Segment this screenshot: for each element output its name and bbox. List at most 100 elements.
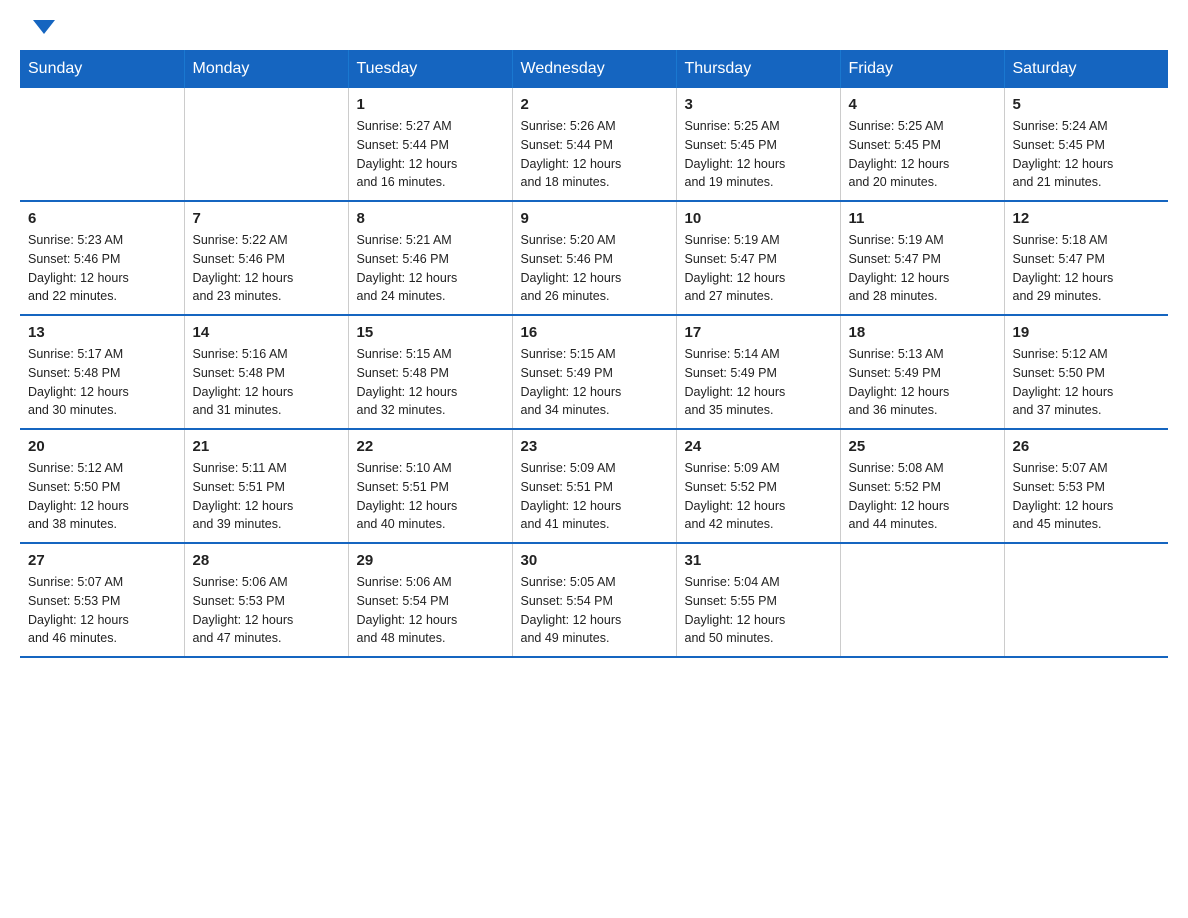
day-number: 1 — [357, 96, 504, 113]
day-info: Sunrise: 5:10 AMSunset: 5:51 PMDaylight:… — [357, 459, 504, 534]
calendar-cell: 21Sunrise: 5:11 AMSunset: 5:51 PMDayligh… — [184, 429, 348, 543]
day-number: 18 — [849, 324, 996, 341]
day-info: Sunrise: 5:18 AMSunset: 5:47 PMDaylight:… — [1013, 231, 1161, 306]
day-number: 8 — [357, 210, 504, 227]
calendar-cell: 10 Sunrise: 5:19 AMSunset: 5:47 PMDayligh… — [676, 201, 840, 315]
day-number: 11 — [849, 210, 996, 227]
calendar-cell: 12 Sunrise: 5:18 AMSunset: 5:47 PMDayligh… — [1004, 201, 1168, 315]
day-info: Sunrise: 5:05 AMSunset: 5:54 PMDaylight:… — [521, 573, 668, 648]
day-number: 20 — [28, 438, 176, 455]
calendar-cell: 18 Sunrise: 5:13 AMSunset: 5:49 PMDayligh… — [840, 315, 1004, 429]
calendar-cell: 19Sunrise: 5:12 AMSunset: 5:50 PMDayligh… — [1004, 315, 1168, 429]
day-info: Sunrise: 5:06 AMSunset: 5:54 PMDaylight:… — [357, 573, 504, 648]
day-info: Sunrise: 5:07 AMSunset: 5:53 PMDaylight:… — [28, 573, 176, 648]
calendar-cell: 5 Sunrise: 5:24 AMSunset: 5:45 PMDaylight… — [1004, 88, 1168, 201]
day-number: 7 — [193, 210, 340, 227]
logo — [30, 20, 55, 34]
calendar-cell: 30 Sunrise: 5:05 AMSunset: 5:54 PMDayligh… — [512, 543, 676, 657]
calendar-cell: 11 Sunrise: 5:19 AMSunset: 5:47 PMDayligh… — [840, 201, 1004, 315]
day-number: 30 — [521, 552, 668, 569]
day-number: 26 — [1013, 438, 1161, 455]
day-number: 27 — [28, 552, 176, 569]
calendar-cell: 22 Sunrise: 5:10 AMSunset: 5:51 PMDayligh… — [348, 429, 512, 543]
week-row-1: 6 Sunrise: 5:23 AMSunset: 5:46 PMDaylight… — [20, 201, 1168, 315]
calendar-cell — [840, 543, 1004, 657]
header-day-sunday: Sunday — [20, 50, 184, 88]
day-number: 9 — [521, 210, 668, 227]
header-day-wednesday: Wednesday — [512, 50, 676, 88]
day-number: 16 — [521, 324, 668, 341]
calendar-cell: 27 Sunrise: 5:07 AMSunset: 5:53 PMDayligh… — [20, 543, 184, 657]
week-row-3: 20Sunrise: 5:12 AMSunset: 5:50 PMDayligh… — [20, 429, 1168, 543]
calendar-cell: 25 Sunrise: 5:08 AMSunset: 5:52 PMDayligh… — [840, 429, 1004, 543]
day-number: 13 — [28, 324, 176, 341]
calendar-cell: 17 Sunrise: 5:14 AMSunset: 5:49 PMDayligh… — [676, 315, 840, 429]
calendar-cell: 26Sunrise: 5:07 AMSunset: 5:53 PMDayligh… — [1004, 429, 1168, 543]
logo-triangle-icon — [33, 20, 55, 34]
day-info: Sunrise: 5:13 AMSunset: 5:49 PMDaylight:… — [849, 345, 996, 420]
day-info: Sunrise: 5:15 AMSunset: 5:49 PMDaylight:… — [521, 345, 668, 420]
calendar-cell: 7 Sunrise: 5:22 AMSunset: 5:46 PMDaylight… — [184, 201, 348, 315]
calendar-cell: 24 Sunrise: 5:09 AMSunset: 5:52 PMDayligh… — [676, 429, 840, 543]
calendar-header: SundayMondayTuesdayWednesdayThursdayFrid… — [20, 50, 1168, 88]
day-number: 12 — [1013, 210, 1161, 227]
day-info: Sunrise: 5:15 AMSunset: 5:48 PMDaylight:… — [357, 345, 504, 420]
header-day-friday: Friday — [840, 50, 1004, 88]
day-info: Sunrise: 5:22 AMSunset: 5:46 PMDaylight:… — [193, 231, 340, 306]
day-number: 2 — [521, 96, 668, 113]
calendar-cell — [184, 88, 348, 201]
day-number: 3 — [685, 96, 832, 113]
day-info: Sunrise: 5:09 AMSunset: 5:51 PMDaylight:… — [521, 459, 668, 534]
calendar-cell: 8 Sunrise: 5:21 AMSunset: 5:46 PMDaylight… — [348, 201, 512, 315]
day-info: Sunrise: 5:04 AMSunset: 5:55 PMDaylight:… — [685, 573, 832, 648]
day-info: Sunrise: 5:21 AMSunset: 5:46 PMDaylight:… — [357, 231, 504, 306]
day-number: 28 — [193, 552, 340, 569]
day-info: Sunrise: 5:23 AMSunset: 5:46 PMDaylight:… — [28, 231, 176, 306]
day-number: 4 — [849, 96, 996, 113]
header-day-saturday: Saturday — [1004, 50, 1168, 88]
header-day-monday: Monday — [184, 50, 348, 88]
day-number: 15 — [357, 324, 504, 341]
day-number: 24 — [685, 438, 832, 455]
day-info: Sunrise: 5:26 AMSunset: 5:44 PMDaylight:… — [521, 117, 668, 192]
calendar-cell: 28 Sunrise: 5:06 AMSunset: 5:53 PMDayligh… — [184, 543, 348, 657]
calendar-cell: 13Sunrise: 5:17 AMSunset: 5:48 PMDayligh… — [20, 315, 184, 429]
week-row-4: 27 Sunrise: 5:07 AMSunset: 5:53 PMDayligh… — [20, 543, 1168, 657]
calendar-cell: 1 Sunrise: 5:27 AMSunset: 5:44 PMDaylight… — [348, 88, 512, 201]
calendar-body: 1 Sunrise: 5:27 AMSunset: 5:44 PMDaylight… — [20, 88, 1168, 657]
calendar-cell: 14Sunrise: 5:16 AMSunset: 5:48 PMDayligh… — [184, 315, 348, 429]
day-number: 22 — [357, 438, 504, 455]
calendar-cell: 15 Sunrise: 5:15 AMSunset: 5:48 PMDayligh… — [348, 315, 512, 429]
day-info: Sunrise: 5:06 AMSunset: 5:53 PMDaylight:… — [193, 573, 340, 648]
day-info: Sunrise: 5:12 AMSunset: 5:50 PMDaylight:… — [1013, 345, 1161, 420]
day-info: Sunrise: 5:25 AMSunset: 5:45 PMDaylight:… — [849, 117, 996, 192]
day-number: 29 — [357, 552, 504, 569]
calendar-cell: 23 Sunrise: 5:09 AMSunset: 5:51 PMDayligh… — [512, 429, 676, 543]
day-number: 21 — [193, 438, 340, 455]
day-number: 5 — [1013, 96, 1161, 113]
day-number: 25 — [849, 438, 996, 455]
day-number: 31 — [685, 552, 832, 569]
day-info: Sunrise: 5:19 AMSunset: 5:47 PMDaylight:… — [849, 231, 996, 306]
day-number: 23 — [521, 438, 668, 455]
day-number: 10 — [685, 210, 832, 227]
day-info: Sunrise: 5:19 AMSunset: 5:47 PMDaylight:… — [685, 231, 832, 306]
week-row-0: 1 Sunrise: 5:27 AMSunset: 5:44 PMDaylight… — [20, 88, 1168, 201]
day-number: 6 — [28, 210, 176, 227]
week-row-2: 13Sunrise: 5:17 AMSunset: 5:48 PMDayligh… — [20, 315, 1168, 429]
day-info: Sunrise: 5:24 AMSunset: 5:45 PMDaylight:… — [1013, 117, 1161, 192]
day-info: Sunrise: 5:27 AMSunset: 5:44 PMDaylight:… — [357, 117, 504, 192]
calendar-cell: 16 Sunrise: 5:15 AMSunset: 5:49 PMDayligh… — [512, 315, 676, 429]
calendar-cell — [1004, 543, 1168, 657]
day-info: Sunrise: 5:14 AMSunset: 5:49 PMDaylight:… — [685, 345, 832, 420]
header-row: SundayMondayTuesdayWednesdayThursdayFrid… — [20, 50, 1168, 88]
calendar-table: SundayMondayTuesdayWednesdayThursdayFrid… — [20, 50, 1168, 658]
calendar-cell: 2 Sunrise: 5:26 AMSunset: 5:44 PMDaylight… — [512, 88, 676, 201]
calendar-cell — [20, 88, 184, 201]
day-info: Sunrise: 5:09 AMSunset: 5:52 PMDaylight:… — [685, 459, 832, 534]
calendar-cell: 31 Sunrise: 5:04 AMSunset: 5:55 PMDayligh… — [676, 543, 840, 657]
day-number: 17 — [685, 324, 832, 341]
day-info: Sunrise: 5:25 AMSunset: 5:45 PMDaylight:… — [685, 117, 832, 192]
day-info: Sunrise: 5:08 AMSunset: 5:52 PMDaylight:… — [849, 459, 996, 534]
header-day-thursday: Thursday — [676, 50, 840, 88]
